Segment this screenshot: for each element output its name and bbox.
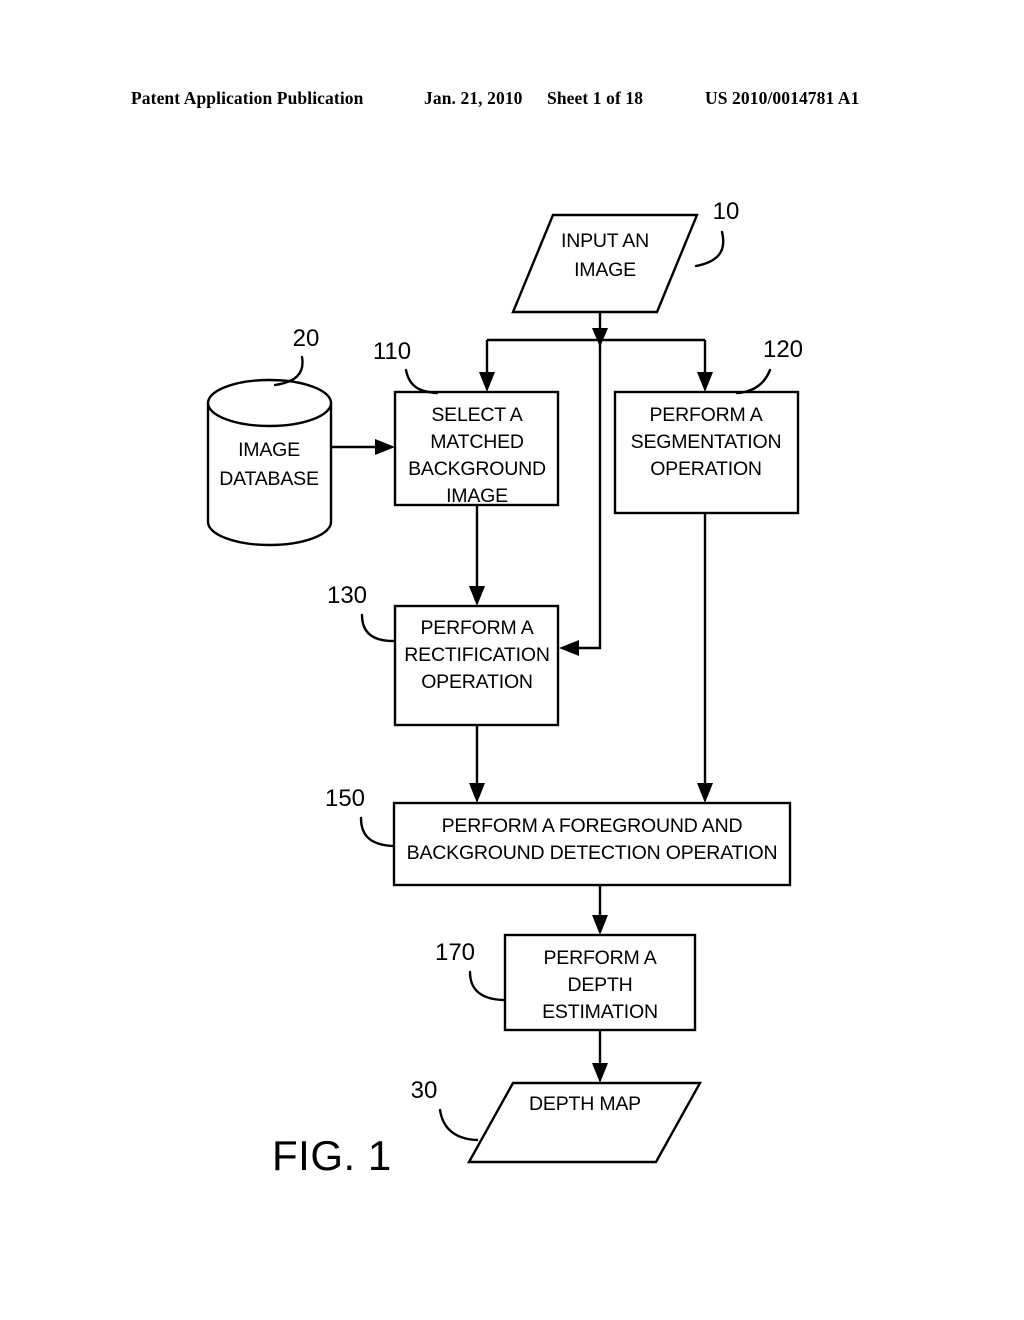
node-image-database-line2: DATABASE [219,468,319,490]
node-select-background-line1: SELECT A [431,404,522,426]
reference-numeral-170: 170 [435,939,505,1002]
connector-input-to-rectification [559,340,602,656]
figure-caption: FIG. 1 [272,1132,392,1179]
node-input-image[interactable]: INPUT AN IMAGE [511,213,699,314]
node-select-background-line4: IMAGE [446,485,508,507]
node-rectification-line3: OPERATION [421,671,533,693]
node-segmentation-line3: OPERATION [650,458,762,480]
node-foreground-background-detection[interactable]: PERFORM A FOREGROUND AND BACKGROUND DETE… [392,801,792,887]
reference-numeral-20-label: 20 [293,325,320,352]
reference-numeral-130: 130 [327,582,395,643]
node-detection-line1: PERFORM A FOREGROUND AND [442,815,743,837]
connector-select-background-to-rectification [469,505,485,606]
connector-split-to-select-background [479,340,495,392]
connector-rectification-to-detection [469,725,485,803]
reference-numeral-120-label: 120 [763,336,803,363]
node-detection-line2: BACKGROUND DETECTION OPERATION [407,842,778,864]
node-select-background-line3: BACKGROUND [408,458,546,480]
node-rectification-line1: PERFORM A [420,617,533,639]
reference-numeral-20: 20 [273,325,320,387]
reference-numeral-150-label: 150 [325,785,365,812]
patent-figure-1: INPUT AN IMAGE IMAGE DATABASE SELECT A M… [0,0,1024,1320]
node-select-background-line2: MATCHED [430,431,524,453]
node-segmentation-line1: PERFORM A [649,404,762,426]
node-depth-estimation-line3: ESTIMATION [542,1001,658,1023]
node-segmentation-line2: SEGMENTATION [631,431,782,453]
reference-numeral-130-label: 130 [327,582,367,609]
node-image-database-line1: IMAGE [238,439,300,461]
reference-numeral-150: 150 [325,785,395,848]
node-rectification-operation[interactable]: PERFORM A RECTIFICATION OPERATION [393,604,560,727]
connector-depth-estimation-to-depth-map [592,1030,608,1083]
node-depth-estimation-line1: PERFORM A [543,947,656,969]
node-input-image-line1: INPUT AN [561,230,649,252]
node-segmentation-operation[interactable]: PERFORM A SEGMENTATION OPERATION [613,390,800,515]
node-depth-map[interactable]: DEPTH MAP [466,1081,703,1164]
reference-numeral-30: 30 [411,1077,479,1142]
node-image-database[interactable]: IMAGE DATABASE [206,378,333,547]
reference-numeral-110: 110 [373,338,439,395]
node-depth-estimation[interactable]: PERFORM A DEPTH ESTIMATION [503,933,697,1032]
reference-numeral-110-label: 110 [373,338,411,365]
connector-segmentation-to-detection [697,513,713,803]
node-rectification-line2: RECTIFICATION [404,644,549,666]
reference-numeral-10-label: 10 [713,198,740,225]
node-depth-estimation-line2: DEPTH [567,974,632,996]
connector-database-to-select-background [331,439,395,455]
node-depth-map-line1: DEPTH MAP [529,1093,641,1115]
node-select-background-image[interactable]: SELECT A MATCHED BACKGROUND IMAGE [393,390,560,507]
reference-numeral-10: 10 [694,198,740,268]
node-input-image-line2: IMAGE [574,259,636,281]
reference-numeral-120: 120 [735,336,803,395]
connector-detection-to-depth-estimation [592,885,608,935]
connector-split-to-segmentation [697,340,713,392]
reference-numeral-170-label: 170 [435,939,475,966]
reference-numeral-30-label: 30 [411,1077,438,1104]
